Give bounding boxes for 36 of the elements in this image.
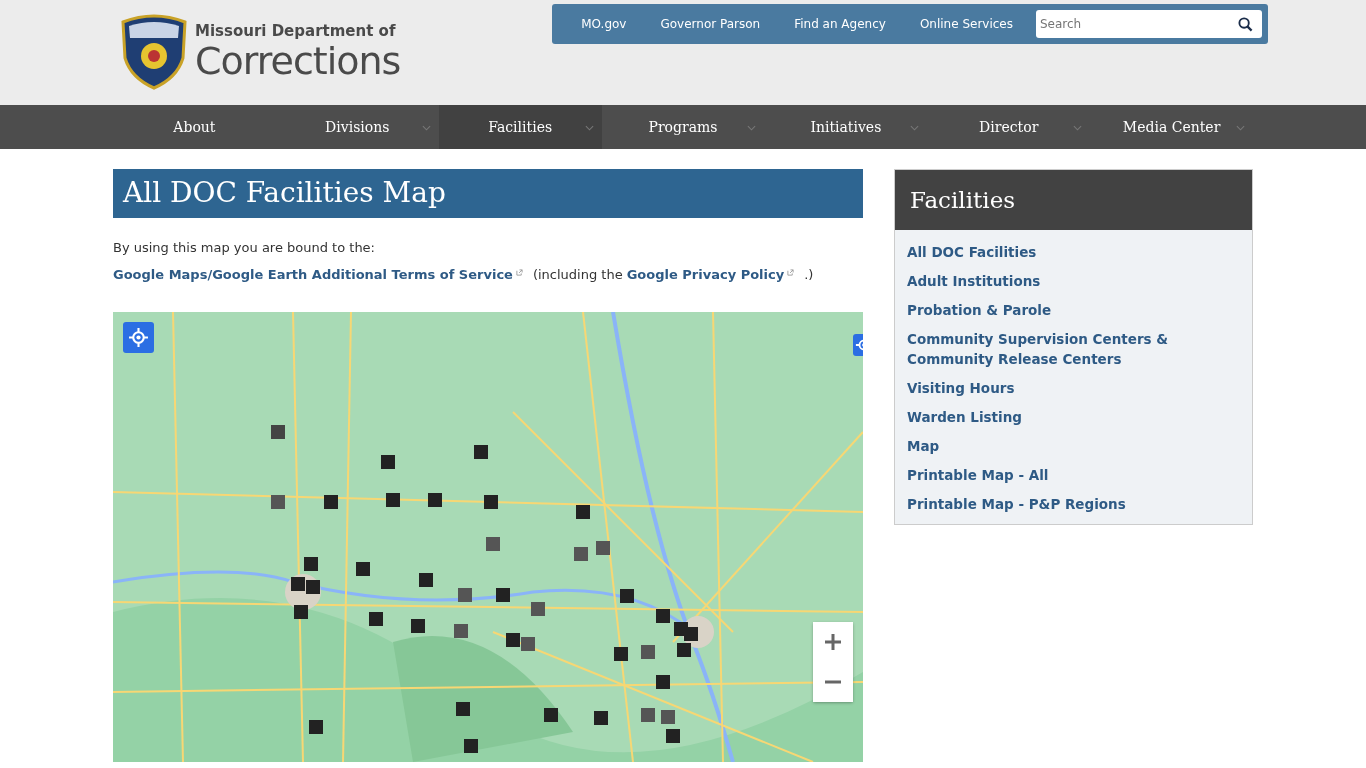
sidebar-link[interactable]: Probation & Parole bbox=[907, 300, 1052, 320]
top-link[interactable]: Online Services bbox=[902, 17, 1030, 31]
nav-item[interactable]: Divisions bbox=[275, 105, 439, 149]
nav-item[interactable]: Director bbox=[927, 105, 1091, 149]
sidebar-link[interactable]: Warden Listing bbox=[907, 407, 1022, 427]
terms-end: .) bbox=[804, 267, 814, 282]
search-icon[interactable] bbox=[1238, 17, 1253, 32]
logo-subtitle: Missouri Department of bbox=[195, 22, 397, 40]
shield-logo-icon bbox=[119, 14, 189, 90]
external-link-icon bbox=[515, 269, 523, 276]
sidebar-link[interactable]: Printable Map - All bbox=[907, 465, 1049, 485]
top-link[interactable]: Governor Parson bbox=[643, 17, 778, 31]
nav-item[interactable]: Initiatives bbox=[764, 105, 928, 149]
sidebar-link[interactable]: Map bbox=[907, 436, 940, 456]
sidebar-link[interactable]: All DOC Facilities bbox=[907, 242, 1037, 262]
nav-item[interactable]: About bbox=[113, 105, 276, 149]
terms-link[interactable]: Google Maps/Google Earth Additional Terms of Service bbox=[113, 267, 513, 282]
nav-item[interactable]: Media Center bbox=[1090, 105, 1253, 149]
logo-title: Corrections bbox=[195, 40, 401, 82]
sidebar-link[interactable]: Visiting Hours bbox=[907, 378, 1015, 398]
zoom-in-button[interactable] bbox=[813, 622, 853, 662]
privacy-link[interactable]: Google Privacy Policy bbox=[626, 267, 785, 282]
nav-item[interactable]: Facilities bbox=[438, 105, 602, 149]
sidebar-title: Facilities bbox=[895, 170, 1252, 230]
sidebar-link[interactable]: Adult Institutions bbox=[907, 271, 1041, 291]
terms-text: (including the bbox=[532, 267, 623, 282]
sidebar-link[interactable]: Community Supervision Centers & Community Release Centers bbox=[907, 329, 1240, 369]
page-title: All DOC Facilities Map bbox=[113, 169, 863, 218]
top-link[interactable]: Find an Agency bbox=[777, 17, 903, 31]
external-link-icon bbox=[787, 269, 795, 276]
sidebar-link[interactable]: Printable Map - P&P Regions bbox=[907, 494, 1126, 514]
top-link[interactable]: MO.gov bbox=[564, 17, 644, 31]
plus-icon[interactable] bbox=[824, 633, 842, 651]
intro-text: By using this map you are bound to the: bbox=[113, 240, 376, 255]
search-field[interactable]: Search bbox=[1036, 10, 1262, 38]
nav-item[interactable]: Programs bbox=[601, 105, 765, 149]
